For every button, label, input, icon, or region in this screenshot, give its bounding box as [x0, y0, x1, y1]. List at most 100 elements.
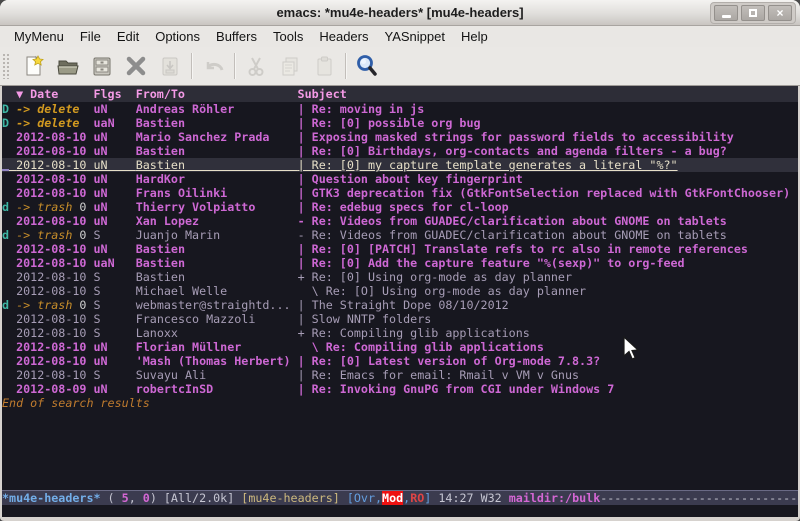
row-thread-prefix: |: [298, 158, 312, 172]
maximize-icon: [749, 9, 757, 17]
row-flags: S: [94, 270, 136, 284]
row-date: 2012-08-10: [16, 242, 86, 256]
row-date: 2012-08-10: [16, 312, 86, 326]
copy-button[interactable]: [273, 50, 307, 82]
echo-area[interactable]: [2, 505, 798, 517]
modeline-segment: [340, 491, 347, 505]
row-date-pad: [86, 144, 93, 158]
window-controls: ×: [710, 2, 796, 24]
message-row[interactable]: 2012-08-10 uN Bastien | Re: [0] my captu…: [2, 158, 798, 172]
row-thread-prefix: |: [298, 298, 312, 312]
close-buffer-button[interactable]: [119, 50, 153, 82]
row-date-pad: [86, 186, 93, 200]
modeline-segment: maildir:/bulk: [509, 491, 600, 505]
row-date-pad: [86, 214, 93, 228]
message-row[interactable]: 2012-08-10 S Michael Welle \ Re: [O] Usi…: [2, 284, 798, 298]
row-subject: Re: [0] possible org bug: [312, 116, 481, 130]
row-mark: D: [2, 102, 16, 116]
menu-item-buffers[interactable]: Buffers: [208, 27, 265, 46]
message-row[interactable]: 2012-08-10 uN Bastien | Re: [0] [PATCH] …: [2, 242, 798, 256]
row-from: Michael Welle: [136, 284, 298, 298]
row-from: Juanjo Marin: [136, 228, 298, 242]
row-mark: [2, 326, 16, 340]
menu-item-tools[interactable]: Tools: [265, 27, 311, 46]
message-row[interactable]: 2012-08-10 uN 'Mash (Thomas Herbert) | R…: [2, 354, 798, 368]
titlebar[interactable]: emacs: *mu4e-headers* [mu4e-headers] ×: [0, 0, 800, 26]
modeline-segment: ): [150, 491, 164, 505]
minimize-button[interactable]: [714, 5, 738, 21]
message-row[interactable]: 2012-08-10 uN Bastien | Re: [0] Birthday…: [2, 144, 798, 158]
message-row[interactable]: 2012-08-10 S Suvayu Ali | Re: Emacs for …: [2, 368, 798, 382]
toolbar-grip-handle[interactable]: [2, 53, 11, 79]
new-file-button[interactable]: [17, 50, 51, 82]
row-subject: GTK3 deprecation fix (GtkFontSelection r…: [312, 186, 790, 200]
row-date-pad: [86, 256, 93, 270]
message-list: D -> delete uN Andreas Röhler | Re: movi…: [2, 102, 798, 396]
row-thread-prefix: +: [298, 326, 312, 340]
menu-item-options[interactable]: Options: [147, 27, 208, 46]
menu-item-file[interactable]: File: [72, 27, 109, 46]
save-as-button[interactable]: [153, 50, 187, 82]
message-row[interactable]: d -> trash 0 S Juanjo Marin - Re: Videos…: [2, 228, 798, 242]
message-row[interactable]: 2012-08-10 S Francesco Mazzoli | Slow NN…: [2, 312, 798, 326]
row-date: 2012-08-10: [16, 214, 86, 228]
row-flags: uN: [94, 144, 136, 158]
search-button[interactable]: [350, 50, 384, 82]
row-thread-prefix: -: [298, 214, 312, 228]
message-row[interactable]: 2012-08-10 uN Florian Müllner \ Re: Comp…: [2, 340, 798, 354]
message-row[interactable]: 2012-08-10 S Lanoxx + Re: Compiling glib…: [2, 326, 798, 340]
close-buffer-icon: [124, 54, 148, 78]
maximize-button[interactable]: [741, 5, 765, 21]
row-flags: S: [94, 368, 136, 382]
paste-button[interactable]: [307, 50, 341, 82]
undo-button[interactable]: [196, 50, 230, 82]
row-mark: [2, 242, 16, 256]
row-subject: Re: [O] Using org-mode as day planner: [326, 284, 586, 298]
cut-button[interactable]: [239, 50, 273, 82]
menu-item-yasnippet[interactable]: YASnippet: [376, 27, 452, 46]
row-date: 2012-08-10: [16, 256, 86, 270]
open-file-button[interactable]: [51, 50, 85, 82]
row-date: 2012-08-10: [16, 368, 86, 382]
row-thread-prefix: |: [298, 186, 312, 200]
message-row[interactable]: d -> trash 0 uN Thierry Volpiatto | Re: …: [2, 200, 798, 214]
message-row[interactable]: 2012-08-10 S Bastien + Re: [0] Using org…: [2, 270, 798, 284]
modeline-segment: *mu4e-headers*: [2, 491, 101, 505]
row-from: Andreas Röhler: [136, 102, 298, 116]
close-button[interactable]: ×: [768, 5, 792, 21]
row-flags: uN: [94, 130, 136, 144]
message-row[interactable]: D -> delete uN Andreas Röhler | Re: movi…: [2, 102, 798, 116]
message-row[interactable]: 2012-08-10 uN HardKor | Question about k…: [2, 172, 798, 186]
row-flags: uaN: [94, 116, 136, 130]
row-thread-prefix: +: [298, 270, 312, 284]
menu-item-help[interactable]: Help: [453, 27, 496, 46]
save-buffer-button[interactable]: [85, 50, 119, 82]
message-row[interactable]: 2012-08-10 uaN Bastien | Re: [0] Add the…: [2, 256, 798, 270]
row-mark: d: [2, 298, 16, 312]
modeline-segment: 5: [122, 491, 129, 505]
message-row[interactable]: 2012-08-09 uN robertcInSD | Re: Invoking…: [2, 382, 798, 396]
mode-line[interactable]: *mu4e-headers* ( 5, 0) [All/2.0k] [mu4e-…: [2, 490, 798, 505]
copy-icon: [278, 54, 302, 78]
row-mark: [2, 382, 16, 396]
message-row[interactable]: 2012-08-10 uN Mario Sanchez Prada | Expo…: [2, 130, 798, 144]
headers-column-header[interactable]: ▼ Date Flgs From/To Subject: [2, 86, 798, 102]
message-row[interactable]: 2012-08-10 uN Frans Oilinki | GTK3 depre…: [2, 186, 798, 200]
row-subject: Re: Videos from GUADEC/clarification abo…: [312, 228, 727, 242]
row-date: 2012-08-10: [16, 186, 86, 200]
row-date-pad: [79, 102, 93, 116]
toolbar-separator: [234, 53, 235, 79]
menu-item-edit[interactable]: Edit: [109, 27, 147, 46]
buffer-empty-space: [2, 410, 798, 490]
row-subject: Re: [0] Using org-mode as day planner: [312, 270, 572, 284]
row-date: 2012-08-10: [16, 326, 86, 340]
message-row[interactable]: d -> trash 0 S webmaster@straightd... | …: [2, 298, 798, 312]
row-subject: Re: [0] Birthdays, org-contacts and agen…: [312, 144, 727, 158]
menu-item-mymenu[interactable]: MyMenu: [6, 27, 72, 46]
row-from: Bastien: [136, 158, 298, 172]
menu-bar: MyMenuFileEditOptionsBuffersToolsHeaders…: [0, 26, 800, 47]
message-row[interactable]: 2012-08-10 uN Xan Lopez - Re: Videos fro…: [2, 214, 798, 228]
message-row[interactable]: D -> delete uaN Bastien | Re: [0] possib…: [2, 116, 798, 130]
menu-item-headers[interactable]: Headers: [311, 27, 376, 46]
row-date: 2012-08-10: [16, 158, 86, 172]
